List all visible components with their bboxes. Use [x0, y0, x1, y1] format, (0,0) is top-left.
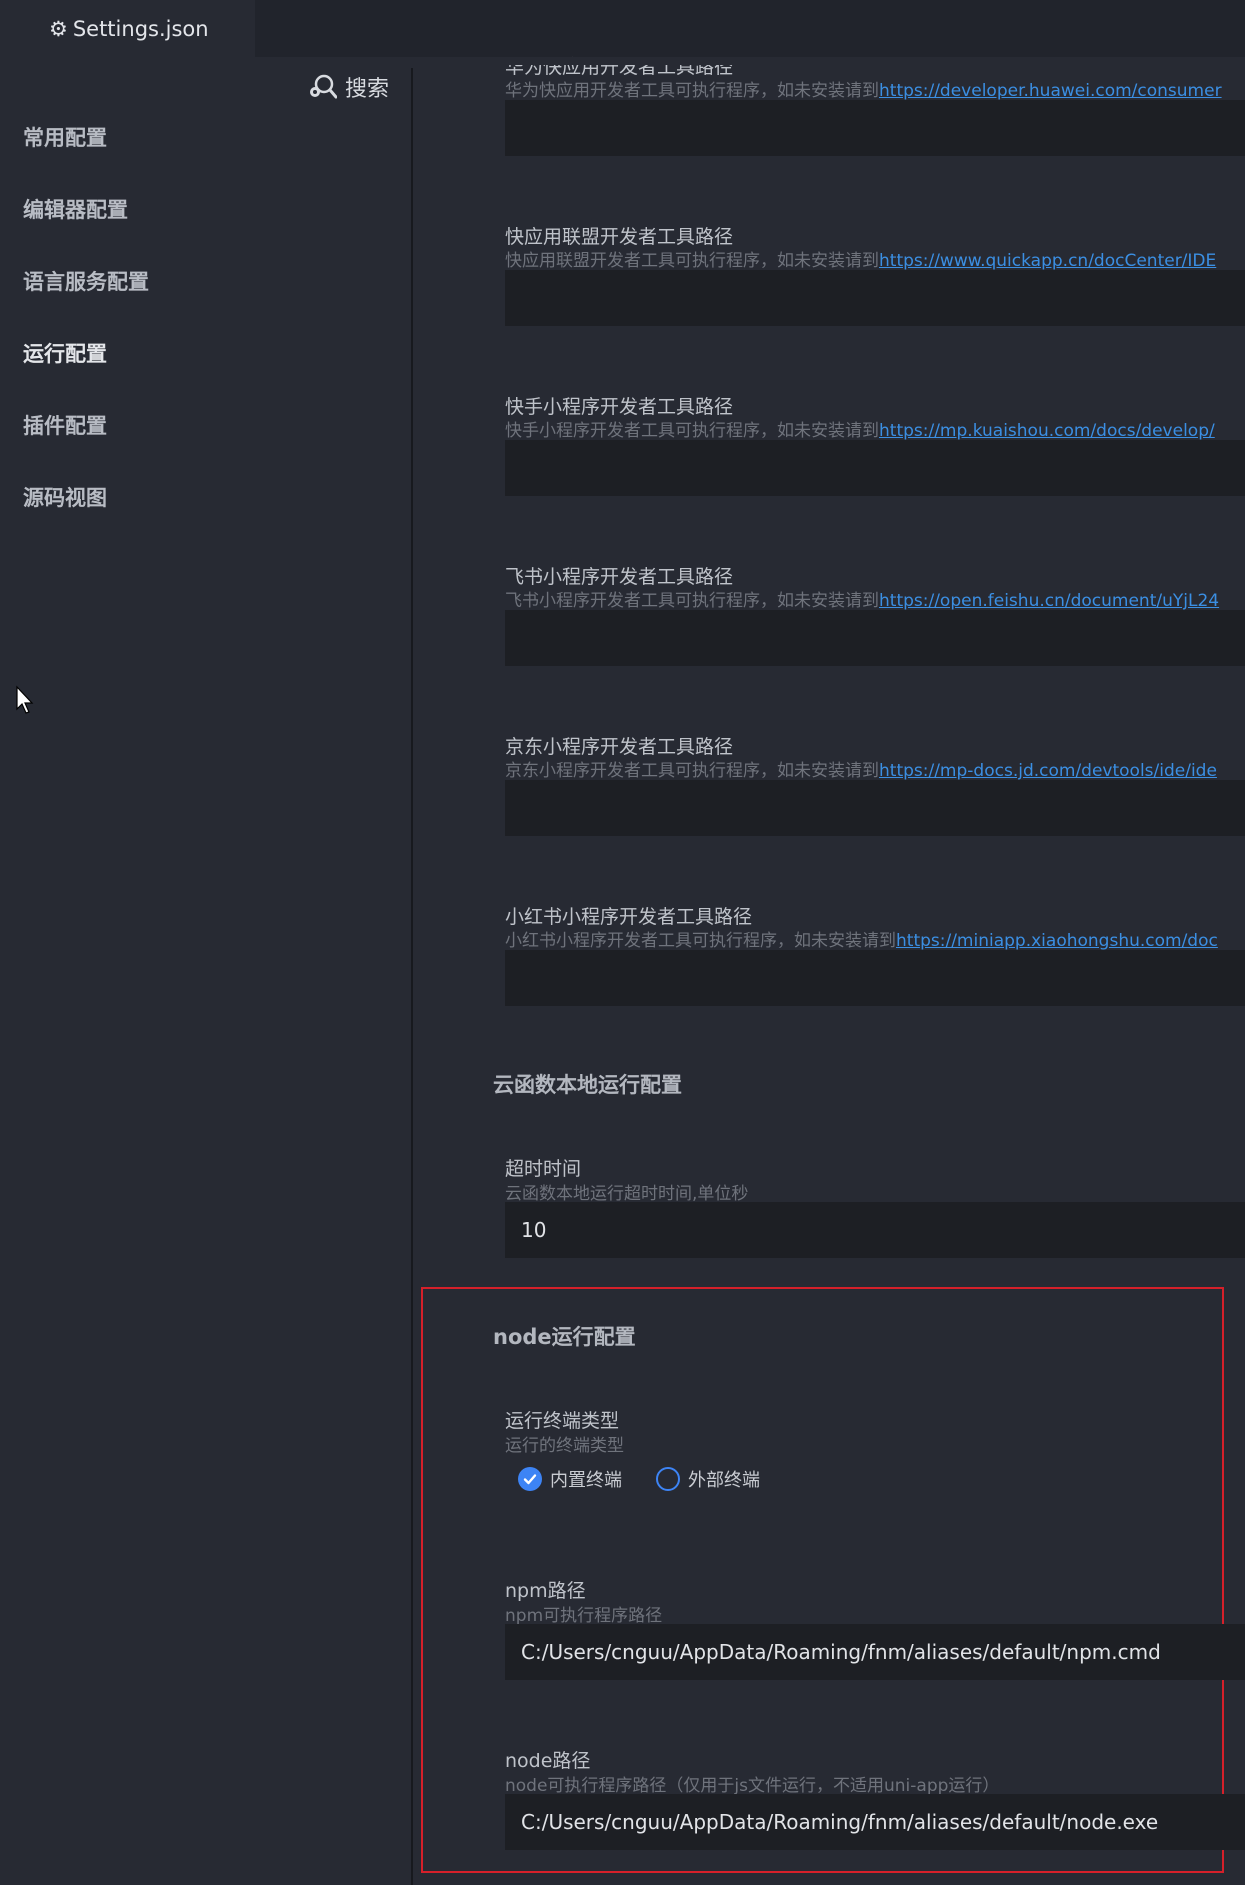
search-label: 搜索	[345, 77, 390, 102]
section-heading-node: node运行配置	[493, 1325, 636, 1349]
setting-desc-timeout: 云函数本地运行超时时间,单位秒	[505, 1184, 749, 1204]
sidebar-item-source-view[interactable]: 源码视图	[23, 482, 107, 512]
setting-title-xiaohongshu: 小红书小程序开发者工具路径	[505, 906, 753, 928]
tab-settings-json[interactable]: ⚙ Settings.json	[0, 0, 255, 57]
terminal-type-radio-group: 内置终端 外部终端	[518, 1466, 760, 1492]
search-button[interactable]: 搜索	[307, 70, 389, 104]
npm-path-input[interactable]: C:/Users/cnguu/AppData/Roaming/fnm/alias…	[505, 1624, 1245, 1680]
kuaishou-path-input[interactable]	[505, 440, 1245, 496]
radio-label-external: 外部终端	[688, 1470, 760, 1491]
setting-desc-npm: npm可执行程序路径	[505, 1606, 663, 1626]
setting-title-timeout: 超时时间	[505, 1158, 582, 1180]
setting-desc-xiaohongshu: 小红书小程序开发者工具可执行程序，如未安装请到https://miniapp.x…	[505, 931, 1218, 951]
sidebar-divider	[411, 68, 413, 1885]
tab-title: Settings.json	[72, 16, 209, 41]
section-heading-cloud: 云函数本地运行配置	[493, 1073, 682, 1097]
setting-desc-quickapp: 快应用联盟开发者工具可执行程序，如未安装请到https://www.quicka…	[505, 251, 1217, 271]
setting-title-terminal: 运行终端类型	[505, 1410, 620, 1432]
quickapp-path-input[interactable]	[505, 270, 1245, 326]
scroll-mask	[413, 57, 1245, 65]
radio-checked-icon	[518, 1467, 542, 1491]
setting-title-feishu: 飞书小程序开发者工具路径	[505, 566, 734, 588]
timeout-input[interactable]: 10	[505, 1202, 1245, 1258]
radio-external-terminal[interactable]: 外部终端	[656, 1466, 760, 1492]
setting-desc-huawei: 华为快应用开发者工具可执行程序，如未安装请到https://developer.…	[505, 81, 1222, 101]
sidebar-item-run[interactable]: 运行配置	[23, 338, 107, 368]
setting-title-jd: 京东小程序开发者工具路径	[505, 736, 734, 758]
sidebar-item-plugin[interactable]: 插件配置	[23, 410, 107, 440]
sidebar-item-common[interactable]: 常用配置	[23, 122, 107, 152]
jd-path-input[interactable]	[505, 780, 1245, 836]
setting-title-node: node路径	[505, 1750, 591, 1772]
setting-title-npm: npm路径	[505, 1580, 586, 1602]
sidebar	[0, 57, 411, 1885]
gear-icon: ⚙	[49, 16, 68, 41]
xiaohongshu-path-input[interactable]	[505, 950, 1245, 1006]
link-huawei[interactable]: https://developer.huawei.com/consumer	[879, 81, 1222, 101]
link-kuaishou[interactable]: https://mp.kuaishou.com/docs/develop/	[879, 421, 1215, 441]
link-xiaohongshu[interactable]: https://miniapp.xiaohongshu.com/doc	[896, 931, 1218, 951]
setting-title-kuaishou: 快手小程序开发者工具路径	[505, 396, 734, 418]
link-quickapp[interactable]: https://www.quickapp.cn/docCenter/IDE	[879, 251, 1216, 271]
sidebar-item-language-service[interactable]: 语言服务配置	[23, 266, 149, 296]
sidebar-item-editor[interactable]: 编辑器配置	[23, 194, 128, 224]
node-path-input[interactable]: C:/Users/cnguu/AppData/Roaming/fnm/alias…	[505, 1794, 1245, 1850]
setting-desc-jd: 京东小程序开发者工具可执行程序，如未安装请到https://mp-docs.jd…	[505, 761, 1217, 781]
feishu-path-input[interactable]	[505, 610, 1245, 666]
tab-bar: ⚙ Settings.json	[0, 0, 1245, 57]
setting-desc-feishu: 飞书小程序开发者工具可执行程序，如未安装请到https://open.feish…	[505, 591, 1220, 611]
mouse-cursor-icon	[16, 685, 34, 714]
setting-desc-node: node可执行程序路径（仅用于js文件运行，不适用uni-app运行）	[505, 1776, 1000, 1796]
radio-label-internal: 内置终端	[550, 1470, 622, 1491]
radio-unchecked-icon	[656, 1467, 680, 1491]
setting-desc-terminal: 运行的终端类型	[505, 1436, 624, 1456]
setting-desc-kuaishou: 快手小程序开发者工具可执行程序，如未安装请到https://mp.kuaisho…	[505, 421, 1215, 441]
search-settings-icon	[310, 74, 337, 99]
radio-internal-terminal[interactable]: 内置终端	[518, 1466, 622, 1492]
link-feishu[interactable]: https://open.feishu.cn/document/uYjL24	[879, 591, 1219, 611]
setting-title-quickapp: 快应用联盟开发者工具路径	[505, 226, 734, 248]
huawei-path-input[interactable]	[505, 100, 1245, 156]
link-jd[interactable]: https://mp-docs.jd.com/devtools/ide/ide	[879, 761, 1217, 781]
